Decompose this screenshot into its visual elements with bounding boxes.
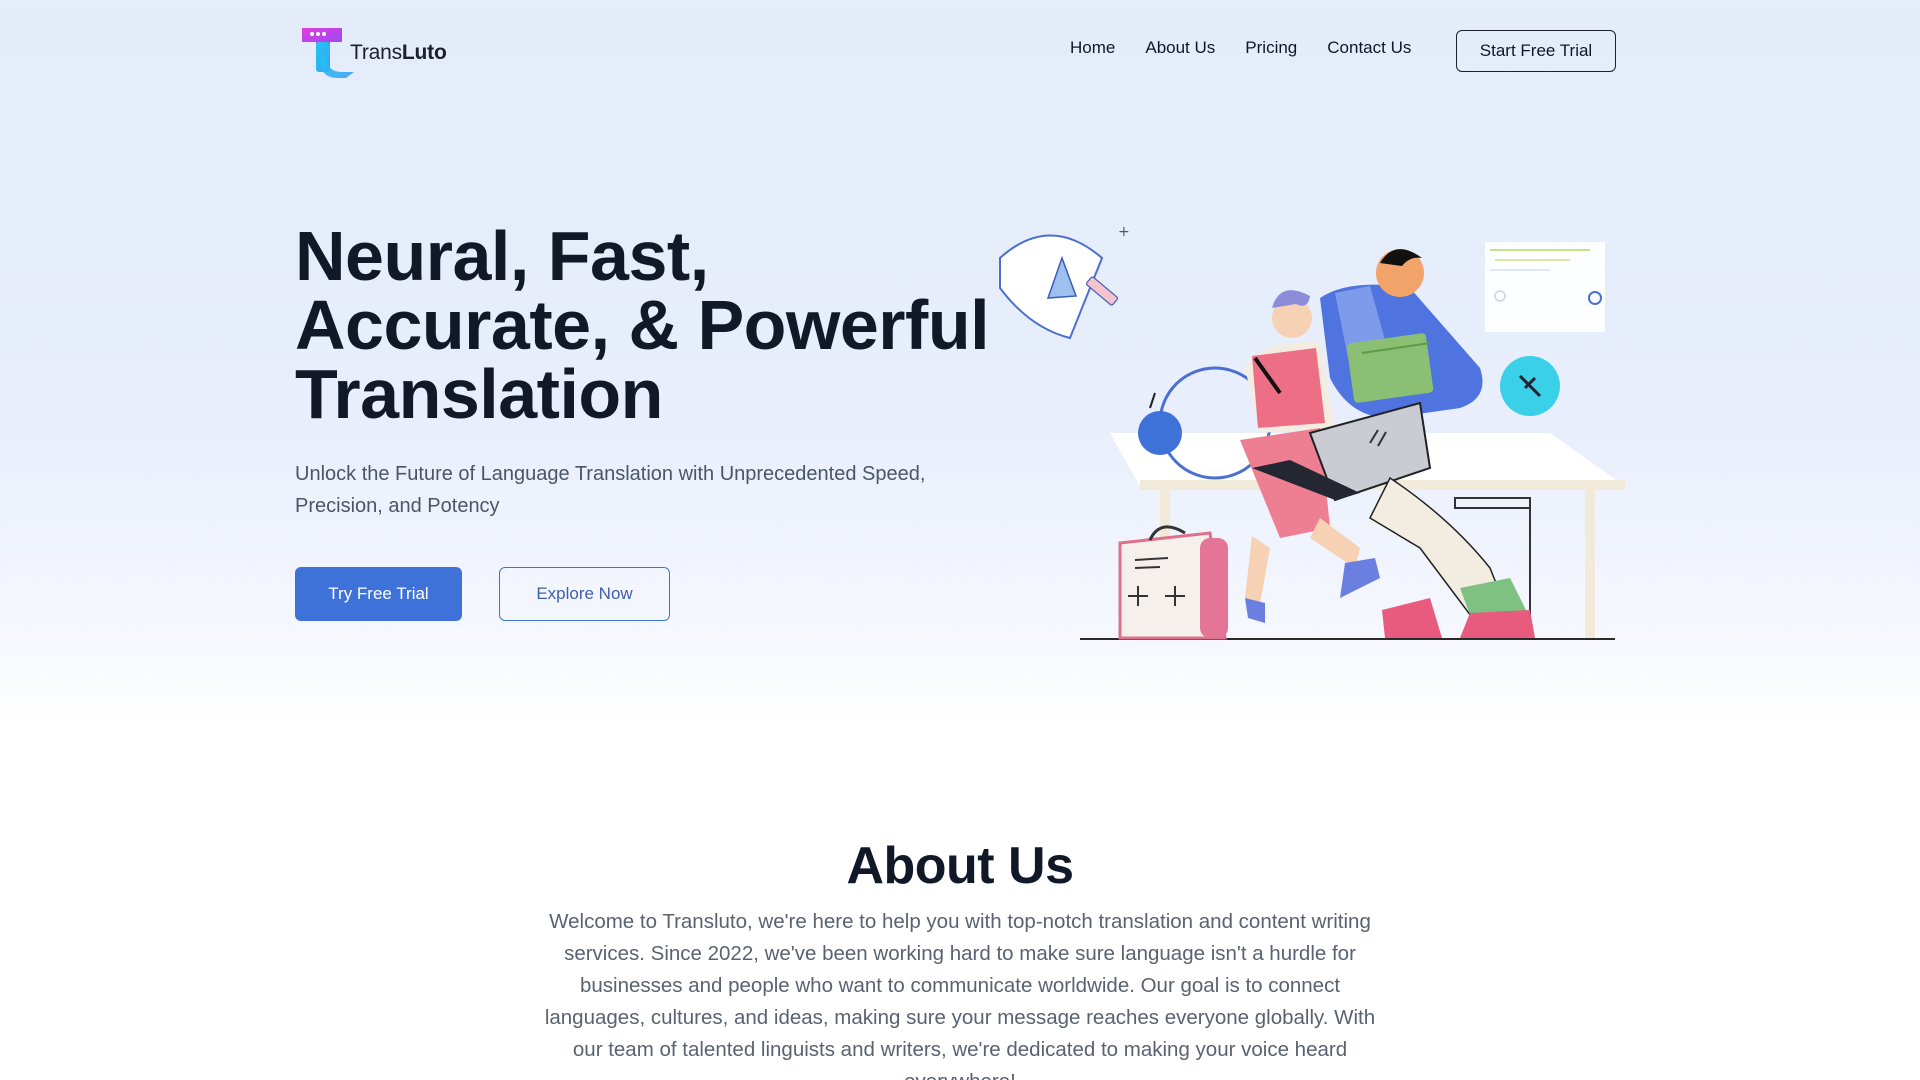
- hero-title-line: Translation: [295, 355, 663, 433]
- landing-page: TransLuto Home About Us Pricing Contact …: [0, 0, 1920, 1080]
- bag-illustration: [1118, 525, 1228, 640]
- hero-title-line: Neural, Fast,: [295, 217, 709, 295]
- about-body: Welcome to Transluto, we're here to help…: [544, 910, 1376, 1080]
- nav-pricing[interactable]: Pricing: [1245, 38, 1297, 58]
- hero-subtitle: Unlock the Future of Language Translatio…: [295, 463, 926, 517]
- nav-home[interactable]: Home: [1070, 38, 1115, 58]
- hero-title: Neural, Fast, Accurate, & Powerful Trans…: [295, 217, 1015, 433]
- nav-about-us[interactable]: About Us: [1145, 38, 1215, 58]
- try-free-trial-button[interactable]: Try Free Trial: [295, 567, 462, 621]
- about-title: About Us: [846, 837, 1074, 895]
- hero-illustration: +: [990, 218, 1630, 648]
- explore-now-button[interactable]: Explore Now: [499, 567, 670, 621]
- brand-name-prefix: Trans: [350, 41, 402, 64]
- nav-contact-us[interactable]: Contact Us: [1327, 38, 1411, 58]
- svg-text:+: +: [1118, 224, 1130, 240]
- brand-logo[interactable]: TransLuto: [298, 24, 448, 78]
- start-free-trial-button[interactable]: Start Free Trial: [1456, 30, 1616, 72]
- paper-doodle-icon: +: [999, 224, 1130, 340]
- hero-title-line: Accurate, & Powerful: [295, 286, 990, 364]
- site-header: TransLuto Home About Us Pricing Contact …: [0, 0, 1920, 100]
- main-nav: Home About Us Pricing Contact Us: [1070, 38, 1411, 58]
- brand-name-suffix: Luto: [401, 41, 447, 64]
- chart-doodle-icon: [1485, 242, 1605, 332]
- logo-icon: [298, 24, 354, 78]
- brand-name: TransLuto: [350, 41, 447, 65]
